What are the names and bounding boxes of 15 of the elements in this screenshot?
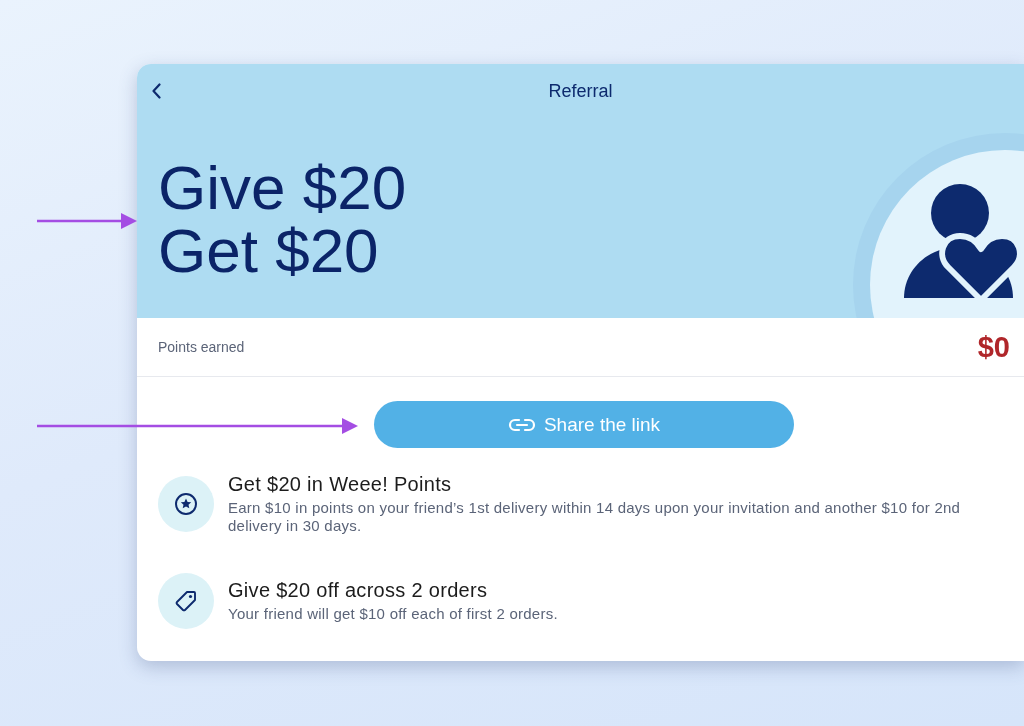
points-label: Points earned: [158, 339, 245, 355]
benefit-title: Get $20 in Weee! Points: [228, 473, 453, 495]
chevron-left-icon: [151, 83, 162, 99]
share-link-button[interactable]: Share the link: [374, 401, 794, 448]
points-value: $0: [977, 330, 1010, 364]
benefit-description: Your friend will get $10 off each of first 2 orders.: [228, 605, 559, 623]
benefit-title: Give $20 off across 2 orders: [228, 579, 489, 601]
tag-icon: [158, 573, 214, 629]
link-icon: [507, 417, 536, 432]
page-title: Referral: [547, 80, 614, 102]
headline-line: Get $20: [158, 219, 379, 282]
headline-line: Give $20: [158, 156, 407, 219]
star-badge-icon: [158, 476, 214, 532]
benefit-description: Earn $10 in points on your friend’s 1st delivery within 14 days upon your invitation and another $10 for 2nd delivery in 30 days.: [228, 499, 962, 535]
back-button[interactable]: [151, 83, 162, 99]
